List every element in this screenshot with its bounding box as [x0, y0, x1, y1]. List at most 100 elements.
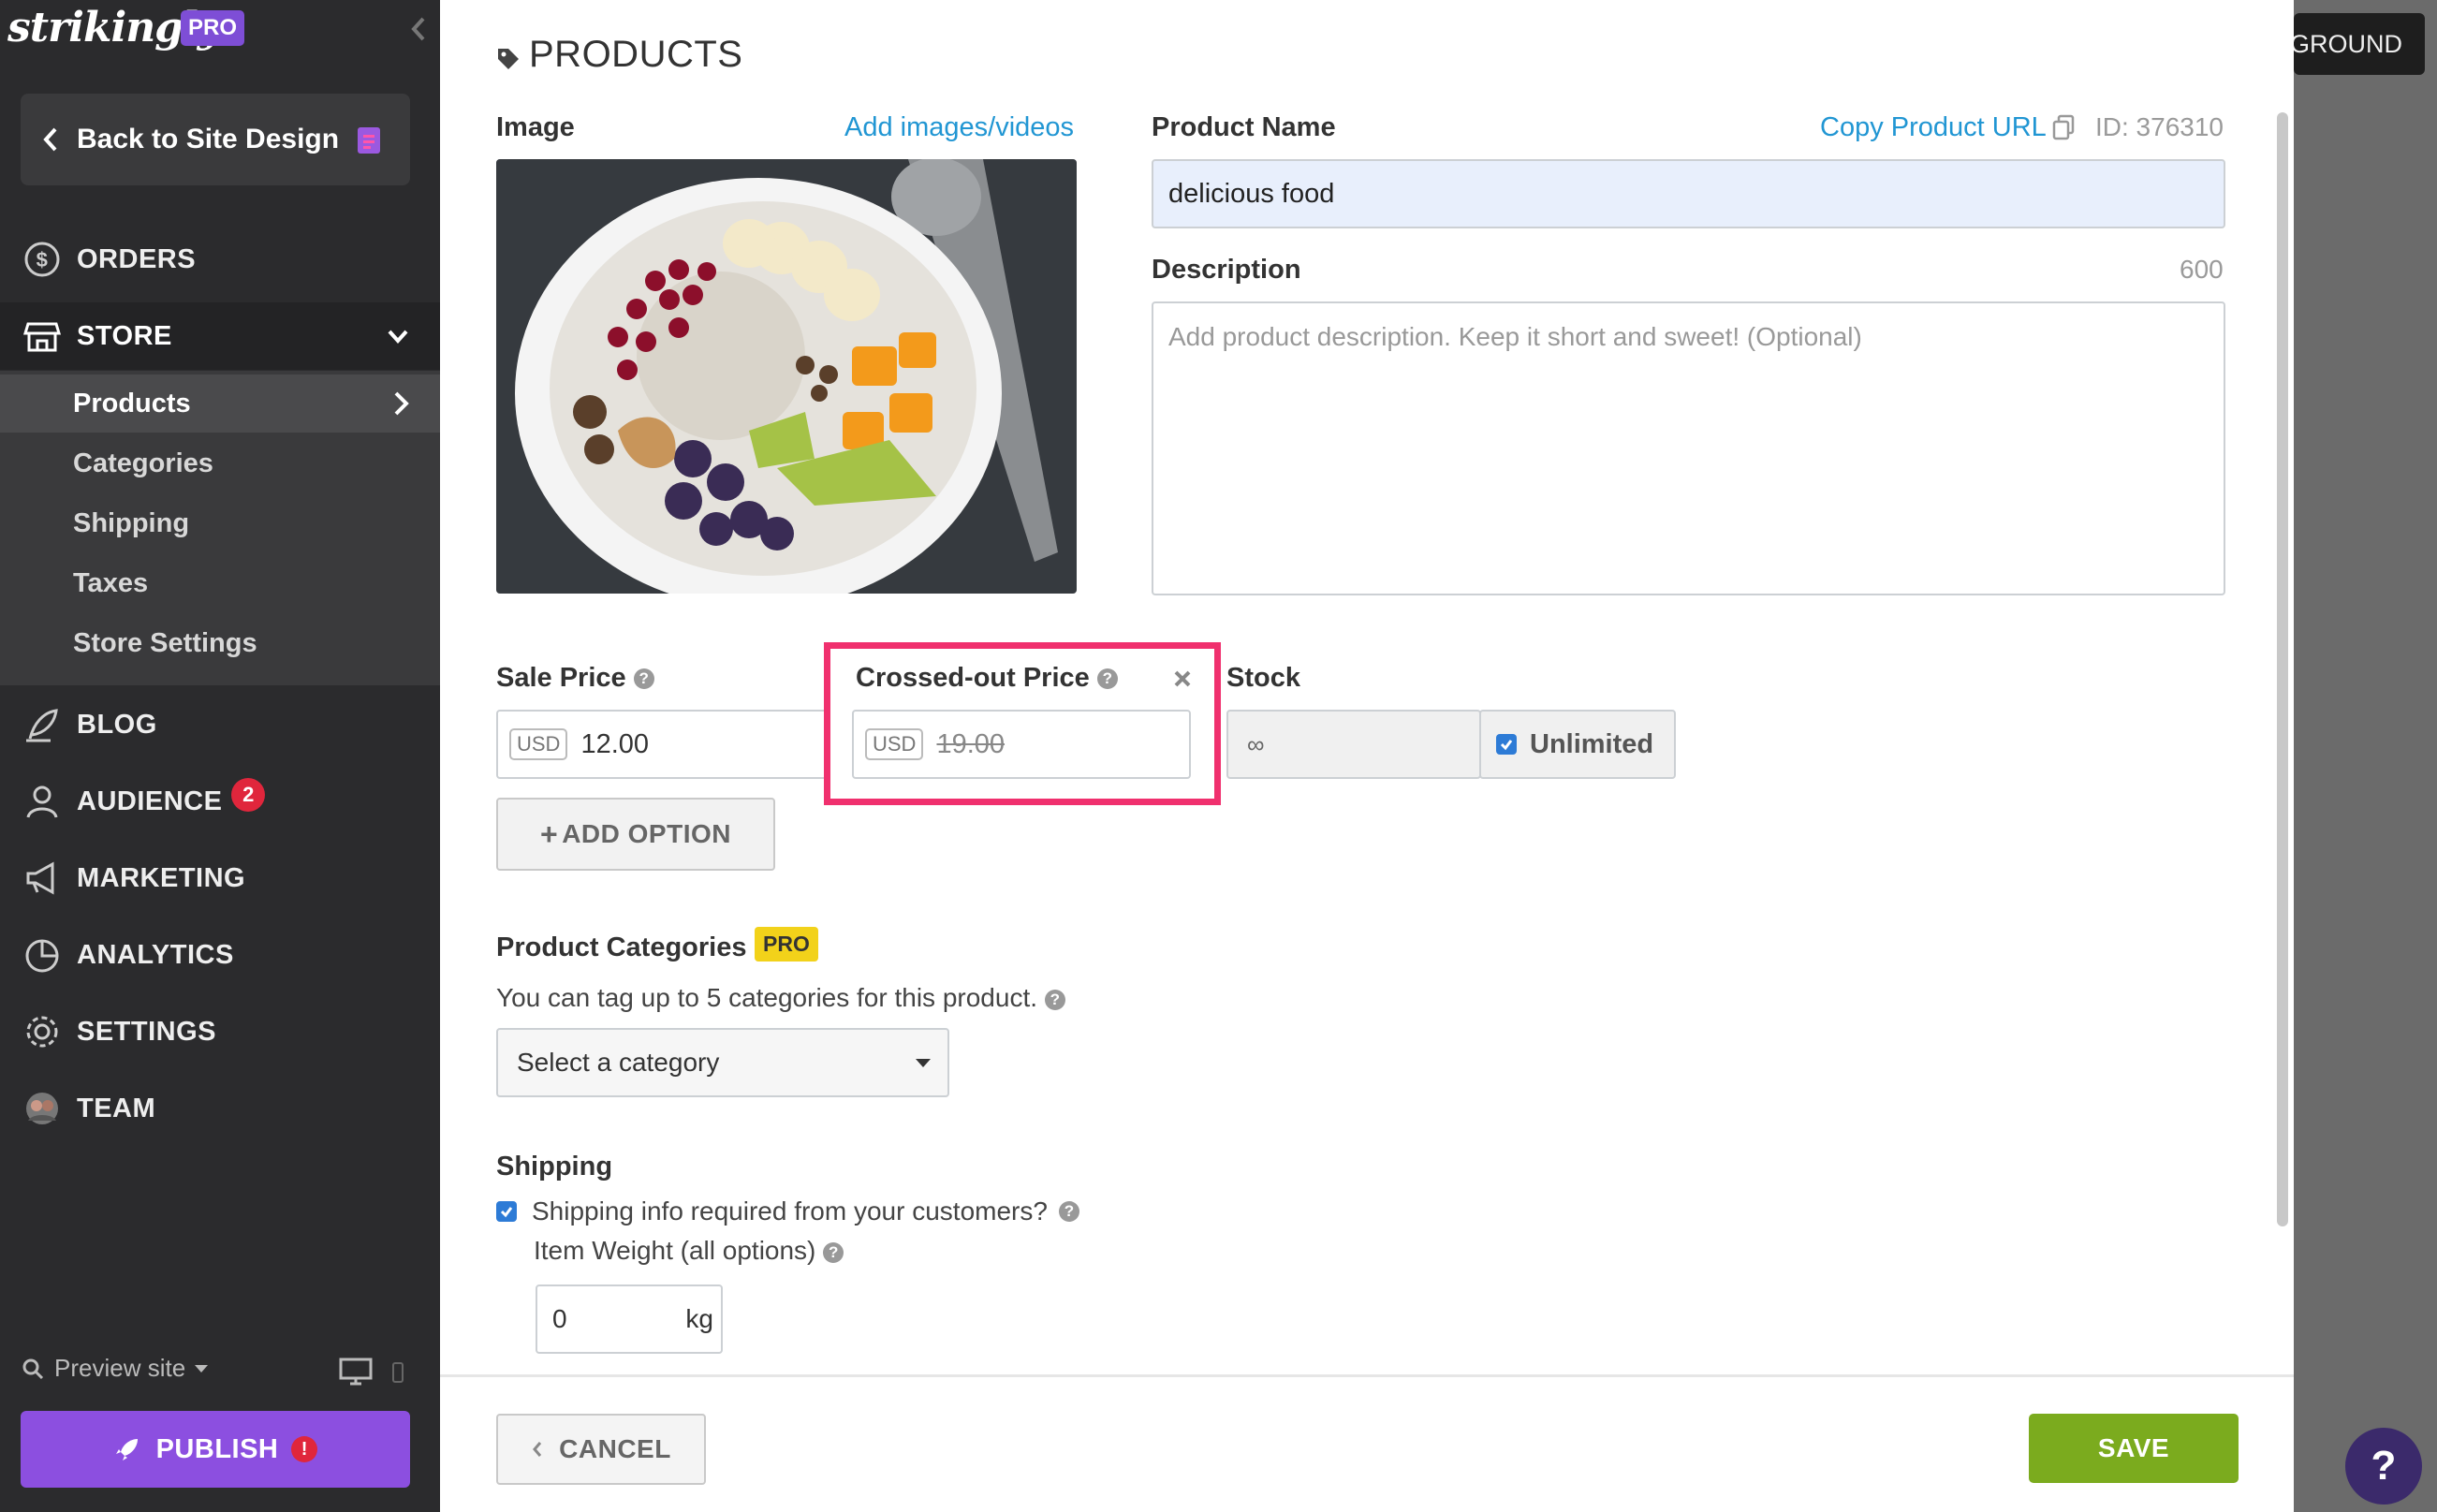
svg-text:$: $ — [37, 248, 49, 272]
sidebar-item-label: Products — [73, 388, 191, 418]
item-weight-input[interactable]: 0 kg — [536, 1284, 723, 1354]
crossed-out-price-input[interactable]: USD 19.00 — [852, 710, 1191, 779]
shipping-required-checkbox[interactable] — [496, 1201, 517, 1222]
copy-icon[interactable] — [2050, 113, 2077, 141]
back-to-site-design-label: Back to Site Design — [77, 124, 340, 154]
food-bowl-image — [496, 159, 1077, 594]
cancel-button[interactable]: CANCEL — [496, 1414, 706, 1485]
crossed-out-price-value: 19.00 — [936, 728, 1006, 759]
help-icon[interactable]: ? — [1044, 989, 1065, 1010]
stock-input[interactable]: ∞ — [1226, 710, 1481, 779]
nav-orders[interactable]: $ ORDERS — [0, 226, 440, 293]
pie-chart-icon — [25, 939, 59, 973]
sidebar-item-taxes[interactable]: Taxes — [0, 554, 440, 612]
help-icon[interactable]: ? — [633, 668, 654, 690]
sidebar: strikingly PRO Back to Site Design $ ORD… — [0, 0, 440, 1512]
copy-product-url-link[interactable]: Copy Product URL — [1820, 112, 2047, 143]
store-icon — [22, 322, 62, 352]
nav-audience[interactable]: AUDIENCE 2 — [0, 768, 440, 835]
add-option-button[interactable]: + ADD OPTION — [496, 798, 775, 871]
nav-audience-label: AUDIENCE — [77, 785, 223, 816]
categories-hint: You can tag up to 5 categories for this … — [496, 983, 1065, 1013]
product-categories-label: Product Categories — [496, 932, 747, 962]
currency-label: USD — [509, 728, 568, 760]
help-icon[interactable]: ? — [823, 1241, 844, 1263]
sidebar-item-categories[interactable]: Categories — [0, 434, 440, 492]
help-icon[interactable]: ? — [1058, 1201, 1079, 1222]
check-icon — [500, 1207, 513, 1218]
close-icon[interactable] — [1172, 668, 1193, 689]
user-icon — [26, 785, 58, 818]
cancel-label: CANCEL — [559, 1434, 671, 1463]
chevron-left-icon — [43, 127, 57, 152]
product-editor-modal: PRODUCTS Image Add images/videos Product… — [440, 0, 2294, 1512]
dollar-circle-icon: $ — [24, 242, 60, 277]
publish-label: PUBLISH — [155, 1433, 279, 1464]
chevron-down-icon — [388, 330, 408, 344]
nav-settings[interactable]: SETTINGS — [0, 998, 440, 1065]
nav-blog[interactable]: BLOG — [0, 691, 440, 758]
product-image[interactable] — [496, 159, 1077, 594]
mobile-icon[interactable] — [391, 1361, 404, 1384]
check-icon — [1500, 740, 1513, 751]
item-weight-value: 0 — [552, 1304, 567, 1333]
background-button[interactable]: GROUND — [2294, 13, 2425, 75]
category-select-value: Select a category — [517, 1048, 720, 1077]
nav-team-label: TEAM — [77, 1093, 156, 1123]
category-select[interactable]: Select a category — [496, 1028, 949, 1097]
tag-icon — [498, 49, 519, 69]
unlimited-checkbox[interactable] — [1496, 734, 1517, 755]
save-button[interactable]: SAVE — [2029, 1414, 2239, 1483]
sale-price-label: Sale Price ? — [496, 663, 654, 694]
plus-icon: + — [540, 816, 559, 851]
preview-site-label: Preview site — [54, 1354, 186, 1382]
pro-badge: PRO — [755, 927, 818, 962]
item-weight-label: Item Weight (all options) ? — [534, 1236, 844, 1266]
help-icon[interactable]: ? — [1096, 668, 1118, 690]
description-textarea[interactable]: Add product description. Keep it short a… — [1152, 301, 2225, 595]
crossed-out-price-label: Crossed-out Price ? — [856, 663, 1118, 694]
preview-site-dropdown[interactable]: Preview site — [21, 1354, 210, 1383]
search-icon — [22, 1358, 44, 1379]
sidebar-item-shipping[interactable]: Shipping — [0, 494, 440, 552]
sidebar-item-store-settings[interactable]: Store Settings — [0, 614, 440, 672]
currency-label: USD — [865, 728, 924, 760]
save-label: SAVE — [2097, 1433, 2170, 1462]
page-icon — [358, 127, 380, 154]
crossed-out-label-text: Crossed-out Price — [856, 663, 1090, 693]
collapse-sidebar-icon[interactable] — [408, 13, 429, 45]
chevron-left-icon — [533, 1442, 542, 1457]
audience-count-badge: 2 — [231, 778, 266, 812]
description-char-limit: 600 — [2180, 255, 2224, 284]
help-button[interactable]: ? — [2345, 1428, 2422, 1505]
add-option-label: ADD OPTION — [562, 819, 731, 848]
shipping-required-option[interactable]: Shipping info required from your custome… — [496, 1196, 1079, 1226]
unlimited-label: Unlimited — [1530, 728, 1654, 759]
item-weight-label-text: Item Weight (all options) — [534, 1236, 816, 1265]
sidebar-item-label: Store Settings — [73, 627, 257, 658]
product-name-label: Product Name — [1152, 112, 1336, 142]
desktop-icon[interactable] — [339, 1358, 373, 1386]
stock-value: ∞ — [1247, 729, 1265, 758]
add-images-link[interactable]: Add images/videos — [844, 112, 1074, 143]
rocket-icon — [115, 1439, 138, 1461]
megaphone-icon — [26, 861, 54, 895]
sidebar-item-label: Taxes — [73, 567, 149, 598]
unlimited-toggle[interactable]: Unlimited — [1479, 710, 1676, 779]
product-name-input[interactable]: delicious food — [1152, 159, 2225, 228]
sidebar-item-products[interactable]: Products — [0, 374, 440, 433]
nav-store[interactable]: STORE — [0, 302, 440, 370]
product-id: ID: 376310 — [2095, 112, 2224, 141]
back-to-site-design-button[interactable]: Back to Site Design — [21, 94, 410, 185]
nav-settings-label: SETTINGS — [77, 1016, 217, 1047]
description-placeholder: Add product description. Keep it short a… — [1168, 322, 1862, 351]
help-button-label: ? — [2371, 1443, 2397, 1489]
nav-marketing[interactable]: MARKETING — [0, 844, 440, 912]
gear-icon — [26, 1016, 58, 1048]
chevron-right-icon — [394, 391, 409, 416]
publish-button[interactable]: PUBLISH ! — [21, 1411, 410, 1488]
nav-analytics[interactable]: ANALYTICS — [0, 921, 440, 989]
description-label: Description — [1152, 255, 1301, 285]
nav-team[interactable]: TEAM — [0, 1075, 440, 1142]
scrollbar[interactable] — [2277, 112, 2288, 1226]
